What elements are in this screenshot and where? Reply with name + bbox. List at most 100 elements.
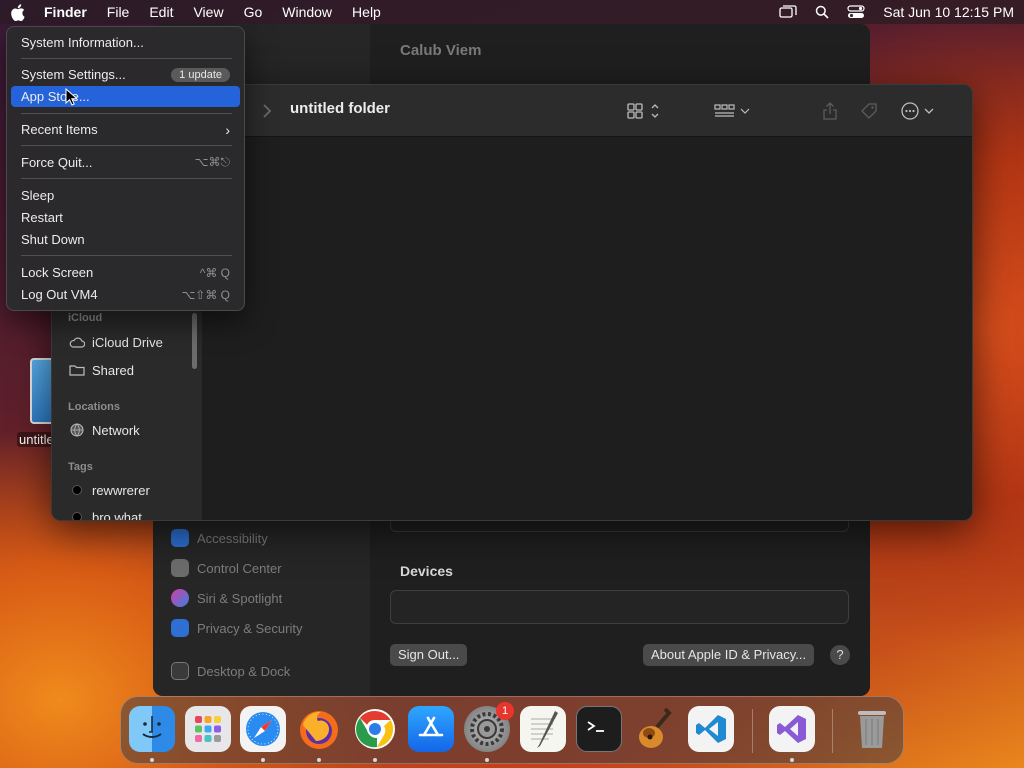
devices-heading: Devices — [400, 563, 453, 579]
dock-terminal-icon[interactable] — [576, 706, 622, 752]
dock-garageband-icon[interactable] — [632, 706, 678, 752]
tag-icon[interactable] — [858, 99, 880, 123]
running-indicator — [150, 758, 154, 762]
sidebar-item-label: iCloud Drive — [92, 334, 163, 350]
cloud-icon — [68, 334, 86, 350]
settings-update-badge: 1 — [496, 702, 514, 720]
menu-separator — [21, 255, 232, 256]
group-by-icon[interactable] — [712, 99, 754, 123]
menu-item-shut-down[interactable]: Shut Down — [11, 229, 240, 250]
settings-sidebar-privacy[interactable]: Privacy & Security — [171, 617, 302, 639]
sign-out-button[interactable]: Sign Out... — [390, 644, 468, 666]
settings-sidebar-control-center[interactable]: Control Center — [171, 557, 282, 579]
menu-separator — [21, 145, 232, 146]
menu-finder[interactable]: Finder — [34, 0, 97, 24]
running-indicator — [790, 758, 794, 762]
menu-view[interactable]: View — [183, 0, 233, 24]
sidebar-item-label: rewwrerer — [92, 482, 150, 498]
desktop-folder-icon[interactable] — [30, 358, 52, 424]
menu-bar: Finder File Edit View Go Window Help Sat… — [0, 0, 1024, 24]
finder-toolbar: untitled folder — [202, 85, 972, 137]
menu-bar-clock[interactable]: Sat Jun 10 12:15 PM — [883, 4, 1014, 20]
dock-finder-icon[interactable] — [129, 706, 175, 752]
menu-window[interactable]: Window — [272, 0, 342, 24]
network-globe-icon — [68, 422, 86, 438]
dock-safari-icon[interactable] — [240, 706, 286, 752]
menu-item-label: Restart — [21, 210, 63, 225]
mouse-pointer-icon — [65, 88, 77, 106]
menu-item-system-settings[interactable]: System Settings... 1 update — [11, 64, 240, 85]
sidebar-label: Control Center — [197, 560, 282, 576]
sidebar-section-tags: Tags — [68, 461, 93, 473]
dock-launchpad-icon[interactable] — [185, 706, 231, 752]
menu-item-log-out[interactable]: Log Out VM4 ⌥⇧⌘ Q — [11, 284, 240, 305]
screen-mirroring-icon[interactable] — [777, 0, 799, 24]
menu-item-label: System Information... — [21, 35, 144, 50]
shortcut-label: ^⌘ Q — [199, 265, 230, 280]
settings-sidebar-siri[interactable]: Siri & Spotlight — [171, 587, 282, 609]
running-indicator — [261, 758, 265, 762]
menu-item-label: App Store... — [21, 89, 90, 104]
settings-group-box — [390, 520, 849, 532]
more-actions-icon[interactable] — [898, 99, 938, 123]
menu-help[interactable]: Help — [342, 0, 391, 24]
sidebar-tag-bro-what[interactable]: bro what — [68, 506, 142, 521]
dock: 1 — [120, 696, 904, 764]
sidebar-item-label: bro what — [92, 509, 142, 521]
menu-item-app-store[interactable]: App Store... — [11, 86, 240, 107]
sidebar-label: Privacy & Security — [197, 620, 303, 636]
dock-firefox-icon[interactable] — [296, 706, 342, 752]
view-grid-icon[interactable] — [624, 99, 664, 123]
menu-item-lock-screen[interactable]: Lock Screen ^⌘ Q — [11, 262, 240, 283]
control-center-icon — [171, 559, 189, 577]
settings-sidebar-desktop-dock[interactable]: Desktop & Dock — [171, 660, 290, 682]
settings-sidebar-accessibility[interactable]: Accessibility — [171, 527, 268, 549]
sidebar-tag-rewwrerer[interactable]: rewwrerer — [68, 479, 150, 501]
menu-item-label: Sleep — [21, 188, 55, 203]
tag-color-dot — [72, 485, 82, 495]
sidebar-item-icloud-drive[interactable]: iCloud Drive — [68, 331, 163, 353]
apple-menu: System Information... System Settings...… — [6, 26, 245, 311]
sidebar-item-shared[interactable]: Shared — [68, 359, 134, 381]
menu-separator — [21, 58, 232, 59]
submenu-chevron-icon: › — [225, 121, 230, 138]
finder-content-area[interactable] — [202, 137, 972, 520]
dock-app-store-icon[interactable] — [408, 706, 454, 752]
menu-item-label: System Settings... — [21, 67, 126, 82]
menu-item-force-quit[interactable]: Force Quit... ⌥⌘⎋ — [11, 152, 240, 173]
dock-separator — [832, 709, 833, 753]
spotlight-search-icon[interactable] — [811, 0, 833, 24]
sidebar-item-label: Network — [92, 422, 140, 438]
sidebar-label: Accessibility — [197, 530, 268, 546]
dock-trash-icon[interactable] — [849, 706, 895, 752]
siri-icon — [171, 589, 189, 607]
desktop-folder-label[interactable]: untitled — [17, 432, 52, 447]
sidebar-item-network[interactable]: Network — [68, 419, 140, 441]
menu-item-label: Shut Down — [21, 232, 85, 247]
menu-item-system-information[interactable]: System Information... — [11, 32, 240, 53]
running-indicator — [485, 758, 489, 762]
menu-separator — [21, 178, 232, 179]
dock-visual-studio-icon[interactable] — [769, 706, 815, 752]
help-button[interactable]: ? — [830, 645, 850, 665]
control-center-toggle-icon[interactable] — [845, 0, 867, 24]
menu-file[interactable]: File — [97, 0, 140, 24]
share-icon[interactable] — [820, 99, 840, 123]
dock-chrome-icon[interactable] — [352, 706, 398, 752]
menu-item-sleep[interactable]: Sleep — [11, 185, 240, 206]
shortcut-label: ⌥⌘⎋ — [194, 155, 230, 169]
apple-logo-icon[interactable] — [0, 0, 34, 24]
menu-go[interactable]: Go — [234, 0, 273, 24]
running-indicator — [317, 758, 321, 762]
dock-textedit-icon[interactable] — [520, 706, 566, 752]
sidebar-scrollbar[interactable] — [192, 313, 197, 369]
menu-item-label: Log Out VM4 — [21, 287, 98, 302]
menu-item-restart[interactable]: Restart — [11, 207, 240, 228]
about-apple-id-button[interactable]: About Apple ID & Privacy... — [643, 644, 815, 666]
sidebar-section-icloud: iCloud — [68, 312, 103, 324]
folder-title: untitled folder — [290, 100, 390, 117]
menu-item-recent-items[interactable]: Recent Items › — [11, 119, 240, 140]
menu-edit[interactable]: Edit — [139, 0, 183, 24]
dock-vscode-icon[interactable] — [688, 706, 734, 752]
forward-chevron-icon[interactable] — [260, 101, 274, 121]
